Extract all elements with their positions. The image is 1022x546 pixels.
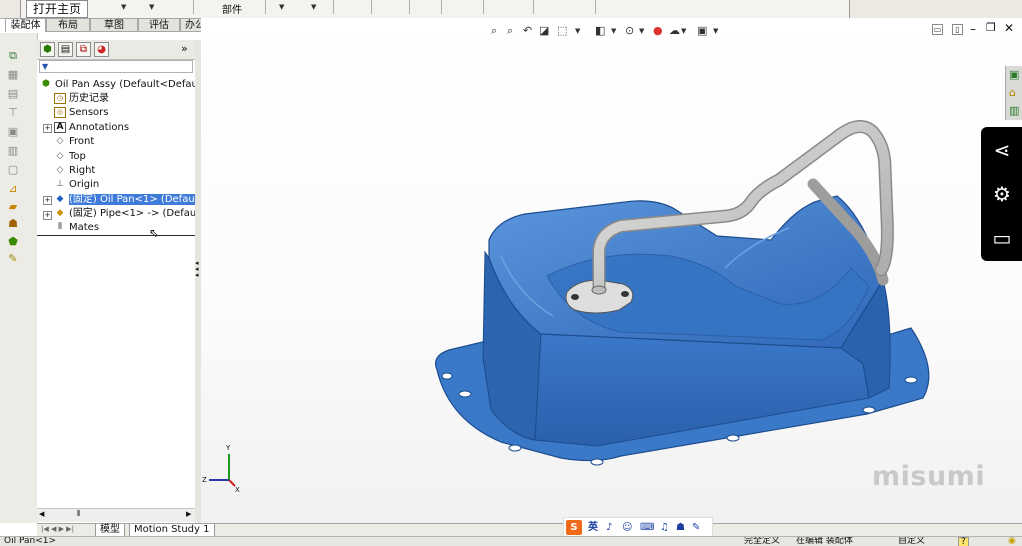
mates-icon: ⫴ bbox=[58, 221, 62, 232]
exploded-view-icon[interactable]: ⬟ bbox=[6, 235, 20, 249]
tree-item-mates[interactable]: ⫴ Mates bbox=[54, 221, 99, 234]
insert-component-icon[interactable]: ⧉ bbox=[6, 49, 20, 63]
library-icon[interactable]: ▥ bbox=[1009, 104, 1019, 117]
scroll-right-icon[interactable]: ▶ bbox=[186, 510, 191, 518]
tree-item-oil-pan[interactable]: ◆ (固定) Oil Pan<1> (Default bbox=[54, 193, 202, 206]
misumi-watermark: misumi bbox=[872, 461, 986, 492]
tree-item-sensors[interactable]: ◎ Sensors bbox=[54, 106, 109, 119]
dropdown-arrow-icon[interactable]: ▼ bbox=[149, 3, 154, 11]
funnel-icon: ▼ bbox=[42, 62, 49, 71]
new-motion-study-icon[interactable]: ▰ bbox=[6, 200, 20, 214]
home-icon[interactable]: ⌂ bbox=[1009, 86, 1016, 99]
ime-toolbar: S 英 ♪ ☺ ⌨ ♫ ☗ ✎ bbox=[563, 517, 713, 538]
origin-icon: ⊥ bbox=[56, 178, 64, 189]
expand-panel-icon[interactable]: » bbox=[181, 42, 188, 55]
tree-item-pipe[interactable]: ◆ (固定) Pipe<1> -> (Default bbox=[54, 207, 203, 220]
tree-item-history[interactable]: ◷ 历史记录 bbox=[54, 92, 109, 105]
tree-item-top-plane[interactable]: ◇ Top bbox=[54, 150, 86, 163]
sogou-icon[interactable]: S bbox=[566, 520, 582, 535]
ime-skin-icon[interactable]: ☗ bbox=[676, 518, 685, 537]
tree-item-right-plane[interactable]: ◇ Right bbox=[54, 164, 96, 177]
tree-item-front-plane[interactable]: ◇ Front bbox=[54, 135, 95, 148]
tab-sketch[interactable]: 草图 bbox=[90, 18, 138, 32]
plane-icon: ◇ bbox=[56, 164, 64, 175]
plane-icon: ◇ bbox=[56, 135, 64, 146]
annotation-icon: A bbox=[54, 121, 66, 133]
settings-icon[interactable]: ⚙ bbox=[989, 181, 1015, 207]
graphics-viewport[interactable]: ⌕ ⌕ ↶ ◪ ⬚ ▼ ◧ ▼ ⊙ ▼ ● ☁ ▼ ▣ ▼ ▭ ▯ – ❐ ✕ bbox=[201, 18, 1022, 523]
ime-voice-icon[interactable]: ♫ bbox=[660, 518, 669, 537]
tree-item-origin[interactable]: ⊥ Origin bbox=[54, 178, 99, 191]
assembly-features-icon[interactable]: ▢ bbox=[6, 163, 20, 177]
panel-tabs: ⬢ ▤ ⧉ ◕ » bbox=[37, 40, 195, 60]
instant3d-icon[interactable]: ✎ bbox=[6, 252, 20, 266]
scroll-thumb-icon[interactable]: ⦀ bbox=[77, 509, 81, 519]
assembly-model[interactable] bbox=[201, 18, 1022, 523]
assembly-group-label: 部件 bbox=[222, 5, 242, 16]
dropdown-arrow-icon[interactable]: ▼ bbox=[311, 3, 316, 11]
collapse-panel-icon[interactable]: ◂ ◂ ◂ bbox=[195, 260, 199, 279]
ribbon-command-group: ▼ ▼ ▼ ▼ bbox=[20, 0, 850, 19]
feature-manager-panel: ⬢ ▤ ⧉ ◕ » ▼ ⬢ Oil Pan Assy (Default<Defau… bbox=[37, 40, 205, 523]
expand-oil-pan-icon[interactable]: + bbox=[43, 196, 52, 205]
bill-of-materials-icon[interactable]: ☗ bbox=[6, 217, 20, 231]
dropdown-arrow-icon[interactable]: ▼ bbox=[279, 3, 284, 11]
mate-icon[interactable]: ▦ bbox=[6, 68, 20, 82]
reference-geometry-icon[interactable]: ⊿ bbox=[6, 182, 20, 196]
mouse-cursor-icon: ⇖ bbox=[149, 226, 160, 240]
sensor-icon: ◎ bbox=[54, 106, 66, 118]
assembly-icon: ⬢ bbox=[42, 78, 50, 89]
task-pane-tabs: ▣ ⌂ ▥ bbox=[1005, 66, 1022, 120]
property-manager-tab-icon[interactable]: ▤ bbox=[58, 42, 73, 57]
tree-item-root-assembly[interactable]: ⬢ Oil Pan Assy (Default<Default bbox=[40, 78, 204, 91]
tree-item-annotations[interactable]: A Annotations bbox=[54, 121, 129, 134]
axis-x-label: X bbox=[235, 486, 240, 494]
share-icon[interactable]: ⋖ bbox=[989, 137, 1015, 163]
ime-tools-icon[interactable]: ✎ bbox=[692, 518, 700, 537]
axis-y-label: Y bbox=[226, 444, 231, 452]
tab-evaluate[interactable]: 评估 bbox=[138, 18, 180, 32]
part-icon: ◆ bbox=[56, 207, 64, 218]
history-icon: ◷ bbox=[54, 92, 66, 104]
plane-icon: ◇ bbox=[56, 150, 64, 161]
rollback-bar[interactable] bbox=[37, 235, 195, 236]
ime-keyboard-icon[interactable]: ⌨ bbox=[640, 518, 654, 537]
share-overlay: ⋖ ⚙ ▭ bbox=[981, 127, 1022, 261]
scroll-left-icon[interactable]: ◀ bbox=[39, 510, 44, 518]
feature-manager-tab-icon[interactable]: ⬢ bbox=[40, 42, 55, 57]
tab-nav-arrows-icon[interactable]: |◀ ◀ ▶ ▶| bbox=[41, 525, 74, 533]
left-command-toolbar: ⧉ ▦ ▤ ⊤ ▣ ▥ ▢ ⊿ ▰ ☗ ⬟ ✎ bbox=[0, 33, 38, 523]
ime-emoji-icon[interactable]: ☺ bbox=[622, 518, 632, 537]
dropdown-arrow-icon[interactable]: ▼ bbox=[121, 3, 126, 11]
tree-filter[interactable]: ▼ bbox=[39, 60, 193, 73]
smart-fasteners-icon[interactable]: ⊤ bbox=[6, 106, 20, 120]
display-manager-tab-icon[interactable]: ◕ bbox=[94, 42, 109, 57]
open-home-button[interactable]: 打开主页 bbox=[26, 0, 89, 18]
axis-z-label: Z bbox=[202, 476, 207, 484]
expand-pipe-icon[interactable]: + bbox=[43, 211, 52, 220]
tab-assembly[interactable]: 装配体 bbox=[5, 18, 46, 32]
linear-pattern-icon[interactable]: ▤ bbox=[6, 87, 20, 101]
tab-layout[interactable]: 布局 bbox=[46, 18, 90, 32]
move-component-icon[interactable]: ▣ bbox=[6, 125, 20, 139]
show-hidden-icon[interactable]: ▥ bbox=[6, 144, 20, 158]
expand-annotations-icon[interactable]: + bbox=[43, 124, 52, 133]
horizontal-scrollbar[interactable]: ◀ ⦀ ▶ bbox=[37, 508, 195, 522]
bottom-tab-bar: |◀ ◀ ▶ ▶| 模型 Motion Study 1 bbox=[37, 523, 1022, 537]
part-icon: ◆ bbox=[56, 193, 64, 204]
ime-language[interactable]: 英 bbox=[588, 518, 598, 537]
resources-icon[interactable]: ▣ bbox=[1009, 68, 1019, 81]
ime-punctuation-icon[interactable]: ♪ bbox=[606, 518, 612, 537]
configuration-manager-tab-icon[interactable]: ⧉ bbox=[76, 42, 91, 57]
monitor-icon[interactable]: ▭ bbox=[989, 225, 1015, 251]
